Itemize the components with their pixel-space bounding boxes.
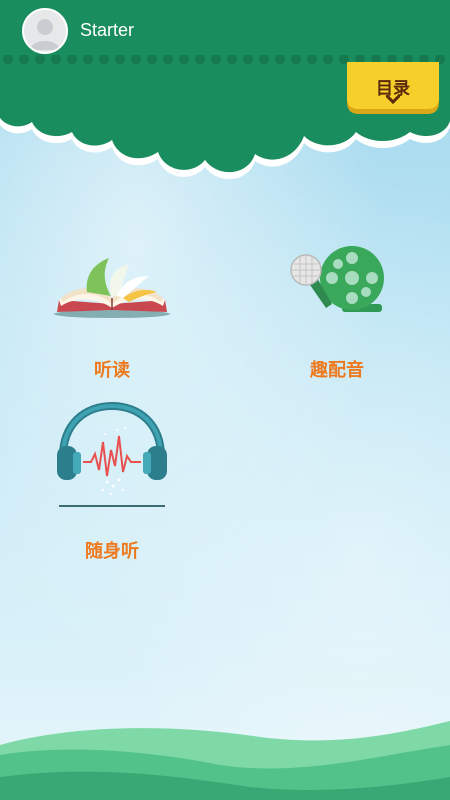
item-label-dubbing: 趣配音 bbox=[310, 360, 364, 381]
film-reel-microphone-icon bbox=[290, 246, 384, 312]
user-silhouette-icon bbox=[24, 10, 66, 52]
avatar[interactable] bbox=[22, 8, 68, 54]
chevron-down-icon bbox=[386, 95, 400, 105]
item-label-portable-listen: 随身听 bbox=[85, 541, 139, 562]
item-dubbing[interactable]: 趣配音 bbox=[262, 240, 412, 390]
open-book-icon bbox=[54, 258, 170, 318]
headphones-icon bbox=[57, 401, 167, 507]
bottom-hills-decoration bbox=[0, 721, 450, 800]
item-label-listen-read: 听读 bbox=[94, 360, 130, 381]
item-listen-read[interactable]: 听读 bbox=[37, 240, 187, 390]
username[interactable]: Starter bbox=[80, 20, 134, 41]
menu-button[interactable]: 目录 bbox=[347, 62, 439, 114]
item-portable-listen[interactable]: 随身听 bbox=[37, 400, 187, 562]
